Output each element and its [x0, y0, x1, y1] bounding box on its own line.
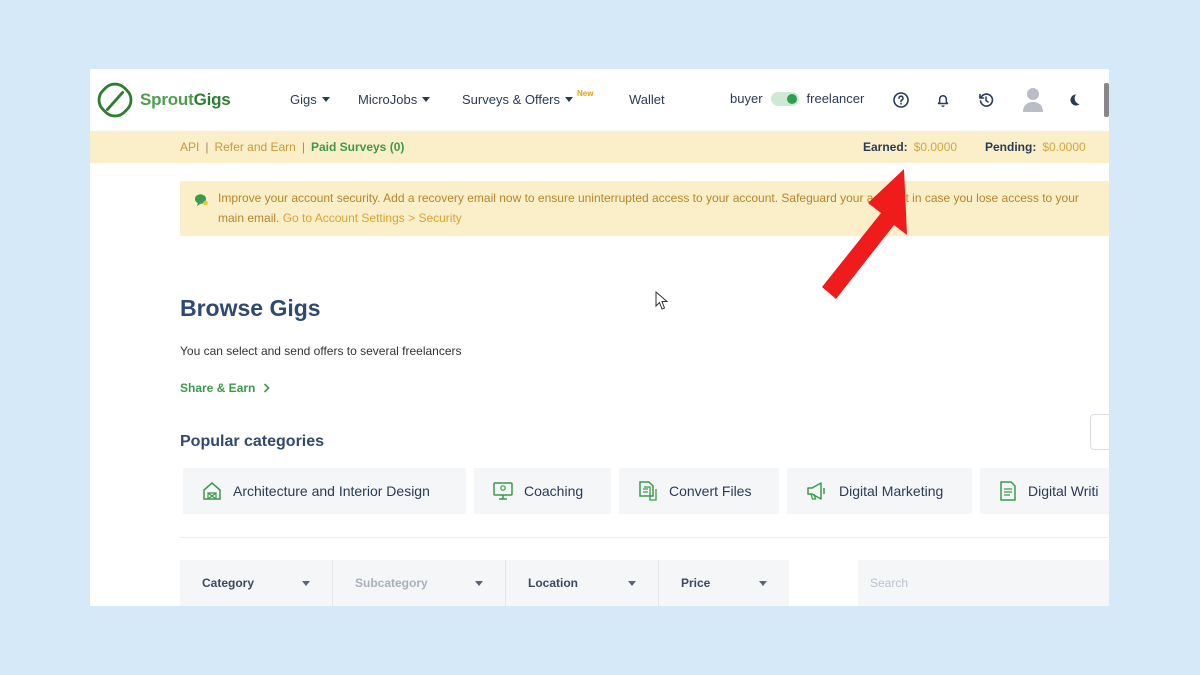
category-filter[interactable]: Category [180, 560, 333, 606]
bell-icon[interactable] [933, 90, 953, 110]
building-icon [203, 482, 221, 500]
files-icon [639, 481, 657, 501]
search-input[interactable] [858, 560, 1109, 606]
earned-label: Earned: [863, 140, 908, 154]
brand-name: SproutGigs [140, 90, 231, 109]
document-icon [1000, 481, 1016, 501]
nav-gigs[interactable]: Gigs [290, 92, 330, 107]
red-annotation-arrow-icon [822, 169, 907, 299]
pending-value: $0.0000 [1042, 140, 1086, 154]
page-subtitle: You can select and send offers to severa… [180, 344, 462, 358]
category-list: Architecture and Interior Design Coachin… [183, 468, 1109, 514]
freelancer-label: freelancer [806, 91, 865, 106]
category-label: Coaching [524, 483, 584, 499]
caret-down-icon [475, 580, 483, 586]
category-coaching[interactable]: Coaching [474, 468, 611, 514]
chevron-right-icon [264, 383, 271, 393]
account-settings-link[interactable]: Go to Account Settings > Security [283, 211, 462, 225]
nav-surveys-label: Surveys & Offers [462, 92, 561, 107]
paid-surveys-link[interactable]: Paid Surveys (0) [311, 140, 404, 154]
subcategory-filter-label: Subcategory [355, 576, 428, 590]
earned-balance: Earned: $0.0000 [863, 140, 957, 154]
dark-mode-icon[interactable] [1064, 90, 1084, 110]
price-filter[interactable]: Price [659, 560, 789, 606]
pending-balance: Pending: $0.0000 [985, 140, 1086, 154]
security-alert: Improve your account security. Add a rec… [180, 181, 1109, 236]
help-icon[interactable] [891, 90, 911, 110]
api-link[interactable]: API [180, 140, 199, 154]
filter-bar: Category Subcategory Location Price [180, 560, 789, 606]
popular-categories-heading: Popular categories [180, 433, 325, 450]
new-badge: New [577, 89, 594, 98]
top-navbar: SproutGigs Gigs MicroJobs Surveys & Offe… [90, 69, 1109, 131]
category-filter-label: Category [202, 576, 255, 590]
nav-wallet[interactable]: Wallet [629, 92, 665, 107]
nav-wallet-label: Wallet [629, 92, 665, 107]
chat-bubble-icon [195, 194, 208, 206]
scrollbar-edge [1104, 83, 1109, 117]
category-label: Convert Files [669, 483, 752, 499]
megaphone-icon [807, 482, 825, 500]
history-icon[interactable] [976, 90, 996, 110]
category-label: Digital Writi [1028, 483, 1099, 499]
buyer-freelancer-toggle[interactable]: buyer freelancer [730, 91, 864, 106]
caret-down-icon [628, 580, 636, 586]
separator: | [301, 140, 305, 154]
app-window: SproutGigs Gigs MicroJobs Surveys & Offe… [90, 69, 1109, 606]
separator: | [205, 140, 209, 154]
caret-down-icon [565, 97, 574, 102]
section-divider [180, 537, 1109, 538]
monitor-icon [493, 482, 513, 500]
nav-microjobs[interactable]: MicroJobs [358, 92, 431, 107]
secondary-links: API | Refer and Earn | Paid Surveys (0) [180, 140, 404, 154]
nav-surveys-offers[interactable]: Surveys & Offers New [462, 89, 593, 107]
mode-switch[interactable] [770, 91, 799, 106]
caret-down-icon [422, 97, 431, 102]
share-earn-link[interactable]: Share & Earn [180, 381, 271, 395]
category-convert-files[interactable]: Convert Files [619, 468, 779, 514]
buyer-label: buyer [730, 91, 763, 106]
category-architecture[interactable]: Architecture and Interior Design [183, 468, 466, 514]
caret-down-icon [302, 580, 310, 586]
location-filter-label: Location [528, 576, 578, 590]
caret-down-icon [759, 580, 767, 586]
leaf-logo-icon [97, 82, 133, 118]
refer-earn-link[interactable]: Refer and Earn [214, 140, 295, 154]
price-filter-label: Price [681, 576, 711, 590]
avatar[interactable] [1022, 86, 1044, 112]
caret-down-icon [321, 97, 330, 102]
share-earn-label: Share & Earn [180, 381, 256, 395]
logo[interactable]: SproutGigs [96, 81, 231, 119]
nav-gigs-label: Gigs [290, 92, 317, 107]
category-label: Architecture and Interior Design [233, 483, 430, 499]
mouse-cursor-icon [655, 291, 669, 310]
category-digital-marketing[interactable]: Digital Marketing [787, 468, 972, 514]
pending-label: Pending: [985, 140, 1037, 154]
nav-microjobs-label: MicroJobs [358, 92, 418, 107]
page-title: Browse Gigs [180, 295, 321, 321]
category-digital-writing[interactable]: Digital Writi [980, 468, 1109, 514]
earned-value: $0.0000 [913, 140, 958, 154]
carousel-arrow-button[interactable] [1090, 414, 1109, 450]
location-filter[interactable]: Location [506, 560, 659, 606]
secondary-bar: API | Refer and Earn | Paid Surveys (0) Earn… [90, 131, 1109, 163]
category-label: Digital Marketing [839, 483, 944, 499]
subcategory-filter[interactable]: Subcategory [333, 560, 506, 606]
